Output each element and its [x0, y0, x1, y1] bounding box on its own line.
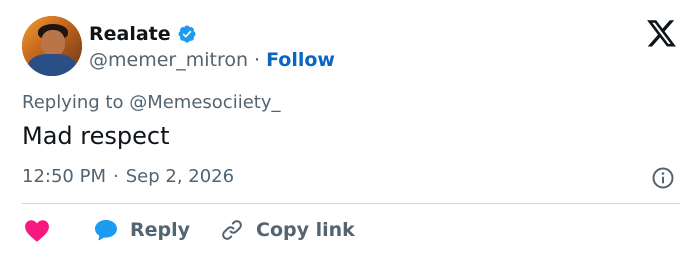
tweet-embed-card: Realate @memer_mitron · Follow Replying … [0, 0, 700, 256]
copy-link-label: Copy link [256, 219, 355, 241]
author-display-name[interactable]: Realate [89, 23, 171, 45]
replying-to-mention[interactable]: @Memesociiety_ [129, 92, 280, 113]
link-icon [222, 220, 242, 240]
replying-to-prefix: Replying to [22, 92, 130, 113]
verified-badge-icon [178, 25, 196, 43]
tweet-time: 12:50 PM [22, 166, 106, 187]
avatar[interactable] [22, 16, 82, 76]
x-logo-icon[interactable] [647, 20, 677, 48]
handle-separator: · [254, 49, 261, 71]
follow-button[interactable]: Follow [266, 49, 335, 71]
tweet-text: Mad respect [22, 122, 170, 150]
divider [22, 203, 680, 204]
tweet-date: Sep 2, 2026 [125, 166, 235, 187]
timestamp-separator: · [112, 166, 119, 187]
replying-to-line: Replying to @Memesociiety_ [22, 92, 281, 113]
tweet-timestamp[interactable]: 12:50 PM · Sep 2, 2026 [22, 166, 234, 187]
copy-link-button[interactable]: Copy link [220, 218, 355, 242]
reply-label: Reply [130, 219, 191, 241]
action-bar: Reply Copy link [22, 216, 355, 244]
avatar-body [28, 54, 76, 76]
author-handle-row: @memer_mitron · Follow [89, 47, 335, 73]
author-name-row: Realate [89, 21, 197, 47]
avatar-face [41, 30, 65, 56]
speech-bubble-icon [95, 220, 117, 241]
info-icon[interactable] [651, 166, 675, 190]
author-handle[interactable]: @memer_mitron [89, 49, 248, 71]
reply-button[interactable]: Reply [94, 219, 190, 241]
heart-icon[interactable] [24, 218, 50, 242]
